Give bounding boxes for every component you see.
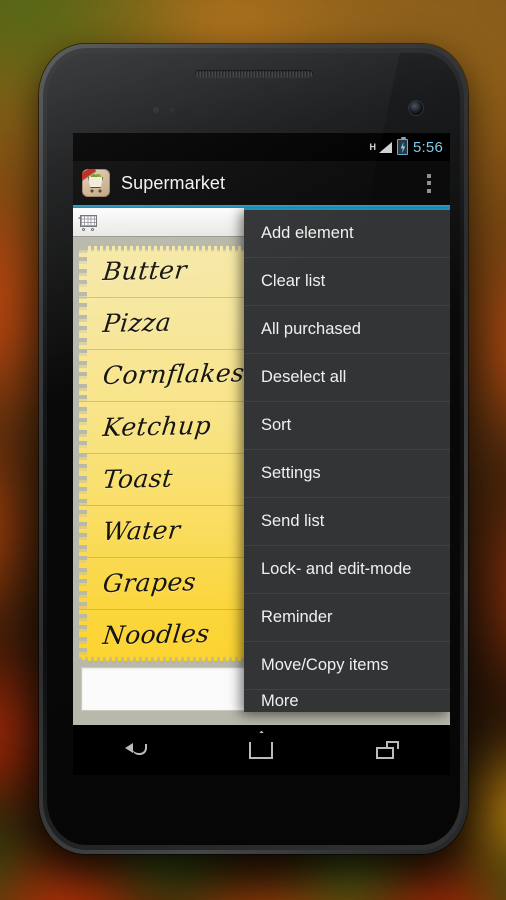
front-camera bbox=[409, 101, 423, 115]
list-item-label: Grapes bbox=[101, 567, 198, 598]
phone-bezel: H 5:56 Supermarket Butter Pizza Cornflak… bbox=[43, 48, 464, 850]
menu-item-sort[interactable]: Sort bbox=[244, 402, 450, 450]
navigation-bar bbox=[73, 725, 450, 775]
home-button[interactable] bbox=[233, 733, 289, 767]
proximity-sensor bbox=[152, 107, 178, 114]
menu-item-add-element[interactable]: Add element bbox=[244, 210, 450, 258]
menu-item-all-purchased[interactable]: All purchased bbox=[244, 306, 450, 354]
list-content-area: Butter Pizza Cornflakes Ketchup Toast Wa… bbox=[73, 208, 450, 725]
menu-item-move-copy-items[interactable]: Move/Copy items bbox=[244, 642, 450, 690]
icon-basket bbox=[88, 177, 103, 188]
back-icon bbox=[124, 742, 147, 758]
icon-wheels bbox=[90, 189, 102, 193]
page-title: Supermarket bbox=[121, 172, 226, 193]
list-item-label: Pizza bbox=[101, 307, 173, 338]
home-icon bbox=[249, 741, 274, 759]
list-item-label: Butter bbox=[101, 255, 189, 286]
recents-button[interactable] bbox=[359, 733, 415, 767]
back-button[interactable] bbox=[108, 733, 164, 767]
list-item-label: Cornflakes bbox=[101, 358, 246, 390]
list-item-label: Water bbox=[101, 515, 182, 546]
action-bar: Supermarket bbox=[73, 161, 450, 205]
menu-item-lock-and-edit-mode[interactable]: Lock- and edit-mode bbox=[244, 546, 450, 594]
menu-item-deselect-all[interactable]: Deselect all bbox=[244, 354, 450, 402]
overflow-menu[interactable]: Add element Clear list All purchased Des… bbox=[244, 208, 450, 712]
signal-triangle-icon bbox=[379, 141, 392, 153]
phone-device: H 5:56 Supermarket Butter Pizza Cornflak… bbox=[39, 44, 468, 854]
phone-glass: H 5:56 Supermarket Butter Pizza Cornflak… bbox=[47, 53, 460, 845]
earpiece-speaker bbox=[194, 70, 313, 77]
menu-item-settings[interactable]: Settings bbox=[244, 450, 450, 498]
menu-item-clear-list[interactable]: Clear list bbox=[244, 258, 450, 306]
phone-screen: H 5:56 Supermarket Butter Pizza Cornflak… bbox=[73, 133, 450, 775]
status-bar-clock: 5:56 bbox=[413, 138, 443, 156]
supermarket-app-icon bbox=[82, 169, 110, 197]
menu-item-send-list[interactable]: Send list bbox=[244, 498, 450, 546]
menu-item-more[interactable]: More bbox=[244, 690, 450, 712]
paper-torn-edge-left bbox=[78, 246, 87, 662]
menu-item-reminder[interactable]: Reminder bbox=[244, 594, 450, 642]
battery-charging-icon bbox=[397, 136, 408, 155]
overflow-menu-icon[interactable] bbox=[416, 167, 442, 199]
network-type-label: H bbox=[369, 141, 377, 152]
list-item-label: Noodles bbox=[101, 618, 212, 650]
list-item-label: Toast bbox=[101, 463, 175, 494]
status-bar: H 5:56 bbox=[73, 133, 450, 161]
recents-icon bbox=[375, 741, 399, 759]
shopping-cart-icon[interactable] bbox=[78, 213, 100, 232]
list-item-label: Ketchup bbox=[101, 410, 213, 442]
